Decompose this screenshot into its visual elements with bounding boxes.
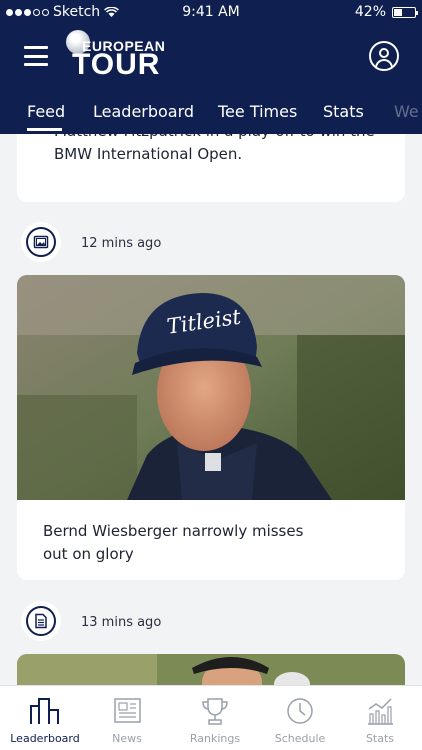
- tab-leaderboard[interactable]: Leaderboard: [93, 102, 194, 121]
- tab-bar-leaderboard[interactable]: Leaderboard: [3, 686, 87, 750]
- tab-bar-label: Stats: [365, 732, 395, 745]
- profile-icon[interactable]: [369, 41, 399, 71]
- timestamp: 13 mins ago: [81, 615, 162, 630]
- document-icon: [35, 613, 47, 629]
- tab-bar-news[interactable]: News: [85, 686, 169, 750]
- news-feed[interactable]: Matthew Fitzpatrick in a play-off to win…: [0, 134, 422, 685]
- clock-icon: [287, 698, 313, 724]
- tab-bar-label: Schedule: [274, 732, 326, 745]
- battery-percent: 42%: [354, 4, 386, 20]
- section-tabs: Feed Leaderboard Tee Times Stats We: [0, 92, 422, 134]
- article-type-badge: [21, 601, 61, 641]
- tab-bar-rankings[interactable]: Rankings: [173, 686, 257, 750]
- tab-bar-stats[interactable]: Stats: [338, 686, 422, 750]
- battery-icon: [392, 6, 418, 18]
- leaderboard-icon: [30, 698, 59, 724]
- tab-stats[interactable]: Stats: [323, 102, 364, 121]
- menu-icon[interactable]: [24, 46, 48, 66]
- news-card[interactable]: [17, 654, 405, 685]
- gallery-type-badge: [21, 222, 61, 262]
- stats-chart-icon: [368, 698, 393, 725]
- tab-bar-label: Rankings: [189, 732, 241, 745]
- tab-bar-label: News: [112, 732, 142, 745]
- tab-bar-schedule[interactable]: Schedule: [258, 686, 342, 750]
- card-text: Matthew Fitzpatrick in a play-off to win…: [54, 134, 375, 163]
- gallery-icon: [33, 235, 49, 249]
- logo-line2: TOUR: [72, 48, 161, 81]
- tab-tee-times[interactable]: Tee Times: [218, 102, 297, 121]
- partial-news-card[interactable]: Matthew Fitzpatrick in a play-off to win…: [17, 134, 405, 202]
- active-tab-indicator: [27, 128, 62, 131]
- bottom-tab-bar: Leaderboard News Rankings Schedule Stats: [0, 685, 422, 750]
- article-photo: [17, 654, 405, 685]
- tab-bar-label: Leaderboard: [10, 732, 80, 745]
- status-bar: Sketch 9:41 AM 42%: [0, 0, 422, 24]
- tab-feed[interactable]: Feed: [27, 102, 65, 121]
- battery-area: 42%: [354, 4, 418, 20]
- news-card[interactable]: Titleist Bernd Wiesberger narrowly misse…: [17, 275, 405, 580]
- headline: Bernd Wiesberger narrowly misses out on …: [43, 522, 304, 563]
- trophy-icon: [202, 698, 228, 725]
- app-header: EUROPEAN TOUR: [0, 24, 422, 92]
- player-image: Titleist: [17, 275, 405, 500]
- european-tour-logo: EUROPEAN TOUR: [66, 26, 166, 86]
- tab-partial[interactable]: We: [394, 102, 419, 121]
- timestamp: 12 mins ago: [81, 236, 162, 251]
- news-icon: [114, 698, 141, 723]
- player-photo[interactable]: Titleist: [17, 275, 405, 500]
